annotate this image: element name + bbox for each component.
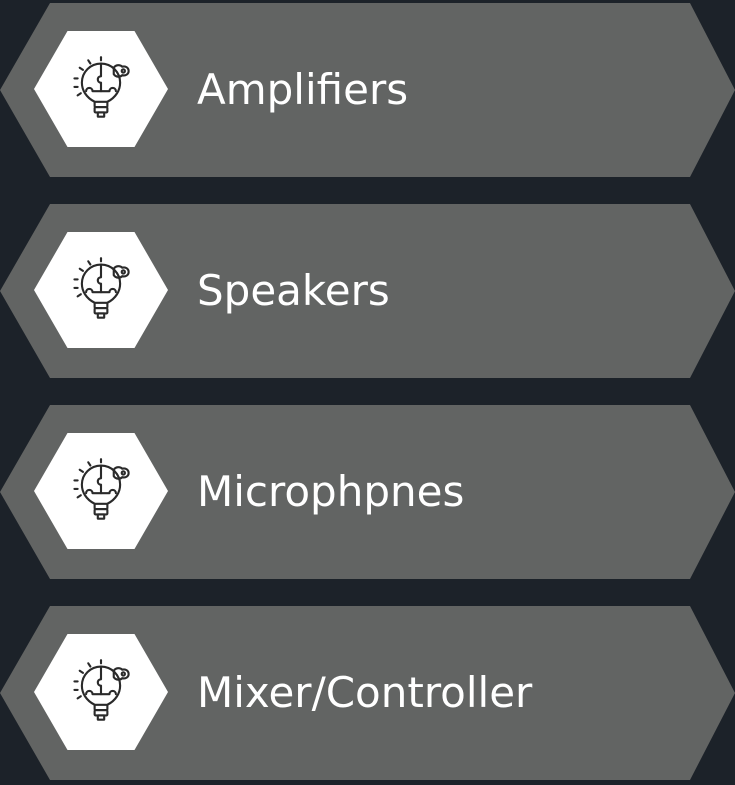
lightbulb-puzzle-icon [73, 56, 130, 118]
item-label: Amplifiers [197, 65, 409, 114]
list-item-microphones[interactable]: Microphpnes [0, 405, 735, 579]
item-label: Mixer/Controller [197, 668, 533, 717]
item-label: Speakers [197, 266, 390, 315]
lightbulb-puzzle-icon [73, 257, 130, 319]
list-item-speakers[interactable]: Speakers [0, 204, 735, 378]
list-item-amplifiers[interactable]: Amplifiers [0, 3, 735, 177]
item-label: Microphpnes [197, 467, 465, 516]
lightbulb-puzzle-icon [73, 659, 130, 721]
list-item-mixer-controller[interactable]: Mixer/Controller [0, 606, 735, 780]
lightbulb-puzzle-icon [73, 458, 130, 520]
